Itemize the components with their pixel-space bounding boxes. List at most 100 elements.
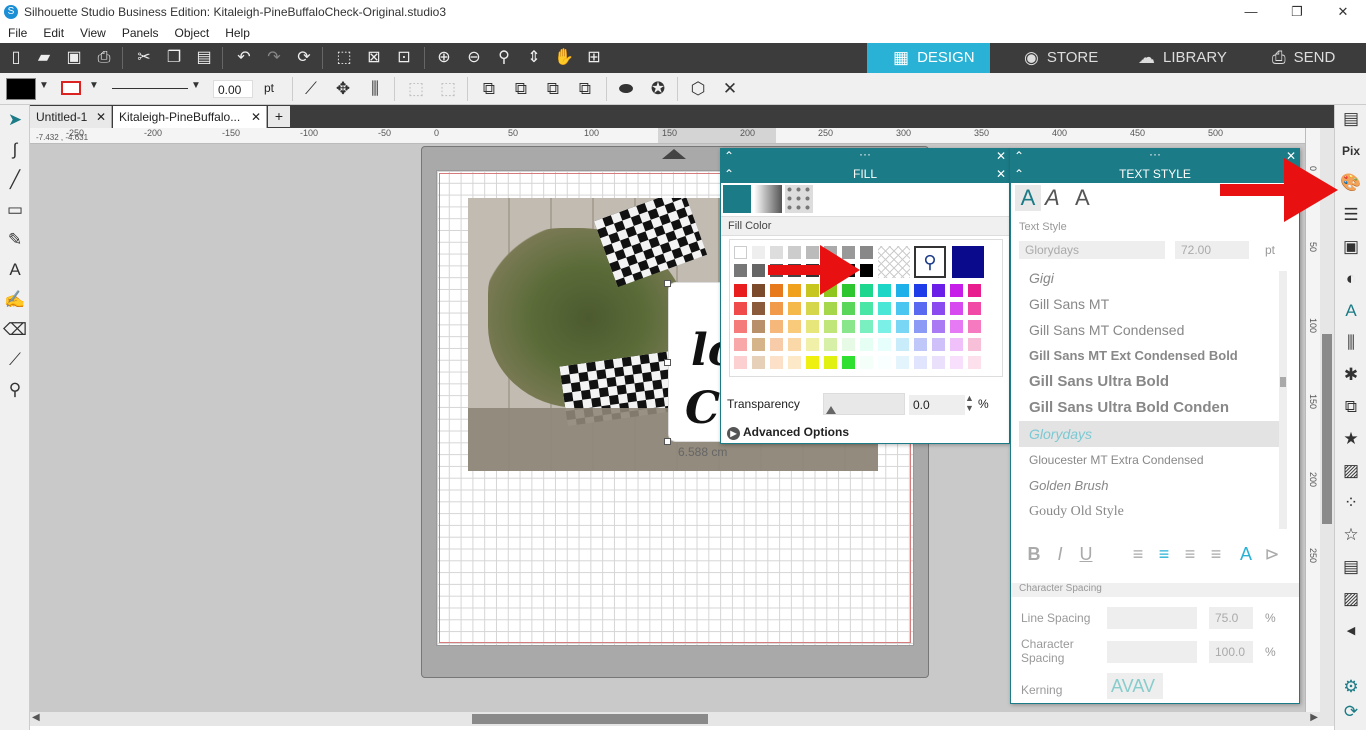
color-swatch[interactable] [968,356,981,369]
align-right-icon[interactable]: ≡ [1179,541,1201,567]
trace-icon[interactable]: ▨ [1339,459,1363,483]
close-panel-icon[interactable]: ✕ [996,149,1006,163]
menu-view[interactable]: View [72,23,114,43]
color-swatch[interactable] [896,284,909,297]
offset-icon[interactable]: ★ [1339,427,1363,451]
cut-icon[interactable]: ✂ [132,47,156,69]
color-swatch[interactable] [968,284,981,297]
color-swatch[interactable] [932,356,945,369]
color-swatch[interactable] [860,356,873,369]
replicate-icon[interactable]: ✱ [1339,363,1363,387]
font-name-input[interactable]: Glorydays [1019,241,1165,259]
menu-help[interactable]: Help [217,23,258,43]
color-swatch[interactable] [914,320,927,333]
scroll-thumb[interactable] [472,714,708,724]
color-swatch[interactable] [806,338,819,351]
color-swatch[interactable] [878,284,891,297]
rhinestone-icon[interactable]: ⁘ [1339,491,1363,515]
transparency-stepper[interactable]: ▲ ▼ [965,393,974,413]
color-swatch[interactable] [770,338,783,351]
new-icon[interactable]: ▯ [4,47,28,69]
settings-gear-icon[interactable]: ⚙ [1339,675,1363,699]
line-width-input[interactable]: 0.00 [213,80,253,98]
color-swatch[interactable] [734,264,747,277]
fit-to-page-icon[interactable]: ⊞ [582,47,606,69]
cube-icon[interactable]: ⬡ [686,78,710,100]
close-tab-icon[interactable]: ✕ [251,106,261,128]
line-spacing-input[interactable]: 75.0 [1209,607,1253,629]
font-list-item[interactable]: Gloucester MT Extra Condensed [1019,447,1287,473]
color-swatch[interactable] [950,302,963,315]
color-swatch[interactable] [734,320,747,333]
color-swatch[interactable] [734,338,747,351]
color-swatch[interactable] [950,284,963,297]
selection-handle[interactable] [664,359,671,366]
line-tool-icon[interactable]: ╱ [3,168,27,192]
print-icon[interactable]: ⎙ [92,47,116,69]
scroll-left-icon[interactable]: ◀ [32,712,40,723]
color-swatch[interactable] [860,302,873,315]
color-swatch[interactable] [734,284,747,297]
save-icon[interactable]: ▣ [62,47,86,69]
color-swatch[interactable] [752,320,765,333]
line-style-dropdown-icon[interactable]: ▼ [191,80,201,91]
color-swatch[interactable] [860,320,873,333]
weld-icon[interactable]: ⬬ [614,78,638,100]
drag-zoom-icon[interactable]: ⇕ [522,47,546,69]
transparency-input[interactable]: 0.0 [909,395,965,415]
menu-edit[interactable]: Edit [35,23,72,43]
collapse-arrow-icon[interactable]: ◀ [1339,619,1363,643]
tab-kitaleigh[interactable]: Kitaleigh-PineBuffalo... ✕ [113,106,267,128]
close-tab-icon[interactable]: ✕ [96,106,106,128]
color-swatch[interactable] [788,356,801,369]
color-swatch[interactable] [770,356,783,369]
star-shape-icon[interactable]: ✪ [646,78,670,100]
color-swatch[interactable] [896,356,909,369]
bring-forward-icon[interactable]: ⧉ [541,78,565,100]
color-swatch[interactable] [770,302,783,315]
color-swatch[interactable] [752,356,765,369]
copy-icon[interactable]: ❐ [162,47,186,69]
rectangle-tool-icon[interactable]: ▭ [3,198,27,222]
collapse-icon[interactable]: ⌃ [1014,165,1024,183]
character-spacing-slider[interactable] [1107,641,1197,663]
bold-button[interactable]: B [1023,541,1045,567]
transform-icon[interactable]: ⫼ [1339,331,1363,355]
color-swatch[interactable] [788,320,801,333]
color-swatch[interactable] [932,338,945,351]
color-swatch[interactable] [914,338,927,351]
solid-fill-mode[interactable] [723,185,751,213]
color-swatch[interactable] [842,338,855,351]
hatch-icon[interactable]: ▨ [1339,587,1363,611]
color-swatch[interactable] [752,338,765,351]
color-swatch[interactable] [878,320,891,333]
color-swatch[interactable] [788,302,801,315]
menu-panels[interactable]: Panels [114,23,167,43]
menu-object[interactable]: Object [167,23,218,43]
color-swatch[interactable] [770,320,783,333]
font-list-item-selected[interactable]: Glorydays [1019,421,1287,447]
text-tool-icon[interactable]: A [3,258,27,282]
text-spacing-tab-icon[interactable]: A [1075,185,1090,211]
advanced-options-toggle[interactable]: ▶ Advanced Options [727,425,849,440]
zoom-out-icon[interactable]: ⊖ [462,47,486,69]
kerning-toggle[interactable]: AVAV [1107,673,1163,699]
color-swatch[interactable] [968,320,981,333]
sync-icon[interactable]: ⟳ [1339,700,1363,724]
line-tool-icon[interactable]: ⟋ [299,78,323,100]
close-window-button[interactable]: ✕ [1320,0,1366,23]
character-spacing-input[interactable]: 100.0 [1209,641,1253,663]
color-swatch[interactable] [752,284,765,297]
color-swatch[interactable] [932,320,945,333]
color-swatch[interactable] [860,246,873,259]
text-font-tab-icon[interactable]: A [1045,185,1060,211]
color-swatch[interactable] [824,320,837,333]
eraser-icon[interactable]: ⌫ [3,318,27,342]
line-spacing-slider[interactable] [1107,607,1197,629]
sketch-pen-icon[interactable]: ✍ [3,288,27,312]
minimize-button[interactable]: — [1228,0,1274,23]
no-fill-swatch[interactable] [878,246,910,278]
color-swatch[interactable] [950,356,963,369]
color-swatch[interactable] [824,356,837,369]
color-swatch[interactable] [824,338,837,351]
